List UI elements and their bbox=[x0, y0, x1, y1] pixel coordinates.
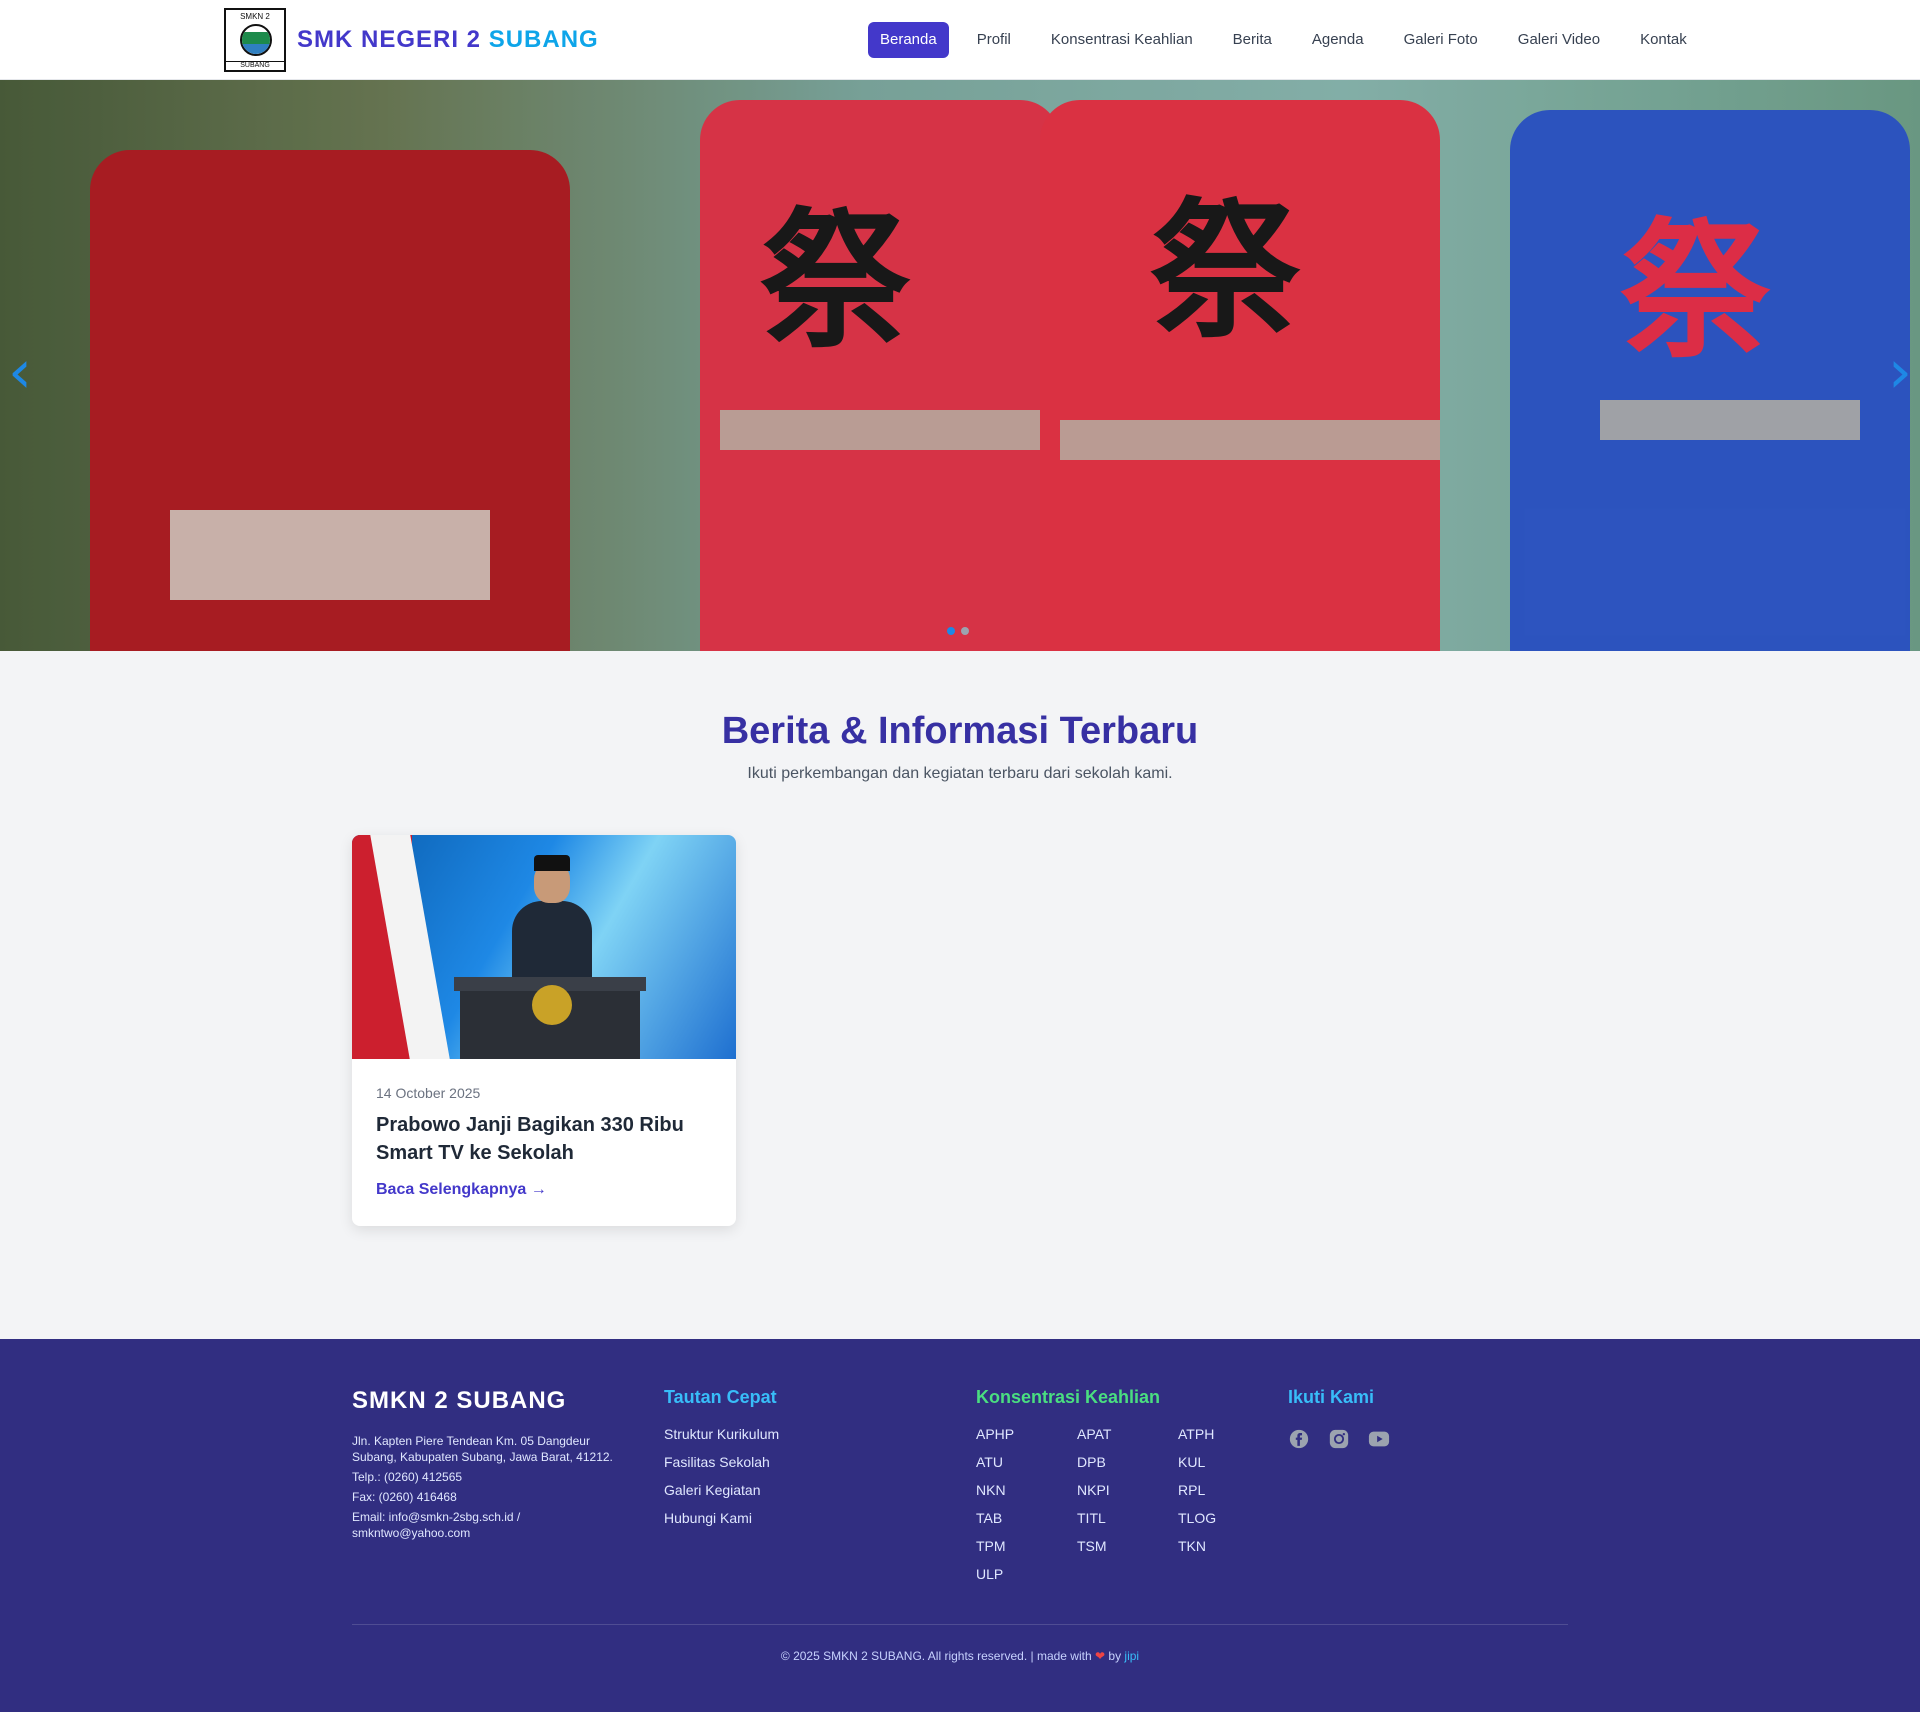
nav-profil[interactable]: Profil bbox=[965, 22, 1023, 58]
logo-top-text: SMKN 2 bbox=[240, 12, 270, 21]
program-link[interactable]: APHP bbox=[976, 1426, 1077, 1442]
nav-galeri-foto[interactable]: Galeri Foto bbox=[1392, 22, 1490, 58]
nav-beranda[interactable]: Beranda bbox=[868, 22, 949, 58]
program-link[interactable]: APAT bbox=[1077, 1426, 1178, 1442]
program-link[interactable]: ATU bbox=[976, 1454, 1077, 1470]
footer-phone: Telp.: (0260) 412565 bbox=[352, 1470, 463, 1484]
heart-icon: ❤ bbox=[1094, 1649, 1106, 1663]
follow-heading: Ikuti Kami bbox=[1288, 1387, 1375, 1407]
logo-emblem-icon bbox=[240, 24, 272, 56]
site-header: SMKN 2 SUBANG SMK NEGERI 2 SUBANG Berand… bbox=[0, 0, 1920, 80]
news-card-image[interactable] bbox=[352, 835, 736, 1059]
nav-berita[interactable]: Berita bbox=[1221, 22, 1284, 58]
by-text: by bbox=[1108, 1649, 1122, 1663]
carousel-dot[interactable] bbox=[961, 627, 969, 635]
nav-konsentrasi-keahlian[interactable]: Konsentrasi Keahlian bbox=[1039, 22, 1205, 58]
carousel-prev-icon[interactable]: ‹ bbox=[8, 342, 32, 402]
program-link[interactable]: TPM bbox=[976, 1538, 1077, 1554]
program-link[interactable]: NKPI bbox=[1077, 1482, 1178, 1498]
site-name-primary: SMK NEGERI 2 bbox=[297, 26, 482, 53]
youtube-icon[interactable] bbox=[1368, 1428, 1390, 1450]
quick-link-hubungi-kami[interactable]: Hubungi Kami bbox=[664, 1510, 779, 1526]
program-link[interactable]: DPB bbox=[1077, 1454, 1178, 1470]
hero-carousel: 祭 祭 祭 ‹ › bbox=[0, 80, 1920, 651]
carousel-next-icon[interactable]: › bbox=[1888, 342, 1912, 402]
logo-bottom-text: SUBANG bbox=[226, 61, 284, 69]
copyright-text: © 2025 SMKN 2 SUBANG. All rights reserve… bbox=[780, 1649, 1092, 1663]
site-footer: SMKN 2 SUBANG Jln. Kapten Piere Tendean … bbox=[0, 1339, 1920, 1712]
author-link[interactable]: jipi bbox=[1124, 1649, 1139, 1663]
site-name-secondary: SUBANG bbox=[488, 26, 599, 53]
footer-brand: SMKN 2 SUBANG Jln. Kapten Piere Tendean … bbox=[352, 1387, 632, 1541]
footer-quick-links: Tautan Cepat Struktur Kurikulum Fasilita… bbox=[664, 1387, 779, 1526]
footer-address: Jln. Kapten Piere Tendean Km. 05 Dangdeu… bbox=[352, 1434, 613, 1464]
carousel-dot[interactable] bbox=[947, 627, 955, 635]
footer-programs: Konsentrasi Keahlian APHP APAT ATPH ATU … bbox=[976, 1387, 1279, 1582]
facebook-icon[interactable] bbox=[1288, 1428, 1310, 1450]
program-link[interactable]: KUL bbox=[1178, 1454, 1279, 1470]
program-link[interactable]: TLOG bbox=[1178, 1510, 1279, 1526]
quick-link-galeri-kegiatan[interactable]: Galeri Kegiatan bbox=[664, 1482, 779, 1498]
program-link[interactable]: NKN bbox=[976, 1482, 1077, 1498]
program-link[interactable]: ATPH bbox=[1178, 1426, 1279, 1442]
read-more-link[interactable]: Baca Selengkapnya → bbox=[376, 1181, 547, 1199]
nav-kontak[interactable]: Kontak bbox=[1628, 22, 1699, 58]
footer-fax: Fax: (0260) 416468 bbox=[352, 1490, 457, 1504]
program-link[interactable]: TKN bbox=[1178, 1538, 1279, 1554]
footer-social: Ikuti Kami bbox=[1288, 1387, 1390, 1450]
news-section-title: Berita & Informasi Terbaru bbox=[721, 710, 1199, 752]
nav-agenda[interactable]: Agenda bbox=[1300, 22, 1376, 58]
news-card[interactable]: 14 October 2025 Prabowo Janji Bagikan 33… bbox=[352, 835, 736, 1226]
carousel-indicators bbox=[947, 627, 969, 635]
quick-links-heading: Tautan Cepat bbox=[664, 1387, 777, 1407]
news-section-subtitle: Ikuti perkembangan dan kegiatan terbaru … bbox=[747, 765, 1173, 782]
news-card-date: 14 October 2025 bbox=[376, 1085, 481, 1101]
nav-galeri-video[interactable]: Galeri Video bbox=[1506, 22, 1612, 58]
footer-copyright: © 2025 SMKN 2 SUBANG. All rights reserve… bbox=[0, 1649, 1920, 1663]
program-link[interactable]: ULP bbox=[976, 1566, 1077, 1582]
footer-brand-name: SMKN 2 SUBANG bbox=[352, 1387, 567, 1414]
news-card-title[interactable]: Prabowo Janji Bagikan 330 Ribu Smart TV … bbox=[376, 1111, 716, 1167]
quick-link-struktur-kurikulum[interactable]: Struktur Kurikulum bbox=[664, 1426, 779, 1442]
school-logo[interactable]: SMKN 2 SUBANG bbox=[224, 8, 286, 72]
instagram-icon[interactable] bbox=[1328, 1428, 1350, 1450]
footer-divider bbox=[352, 1624, 1568, 1625]
site-name[interactable]: SMK NEGERI 2 SUBANG bbox=[297, 26, 599, 54]
footer-email: Email: info@smkn-2sbg.sch.id / smkntwo@y… bbox=[352, 1510, 521, 1540]
programs-heading: Konsentrasi Keahlian bbox=[976, 1387, 1161, 1407]
program-link[interactable]: TSM bbox=[1077, 1538, 1178, 1554]
quick-link-fasilitas-sekolah[interactable]: Fasilitas Sekolah bbox=[664, 1454, 779, 1470]
program-link[interactable]: TAB bbox=[976, 1510, 1077, 1526]
program-link[interactable]: RPL bbox=[1178, 1482, 1279, 1498]
program-link[interactable]: TITL bbox=[1077, 1510, 1178, 1526]
main-nav: Beranda Profil Konsentrasi Keahlian Beri… bbox=[868, 22, 1715, 58]
